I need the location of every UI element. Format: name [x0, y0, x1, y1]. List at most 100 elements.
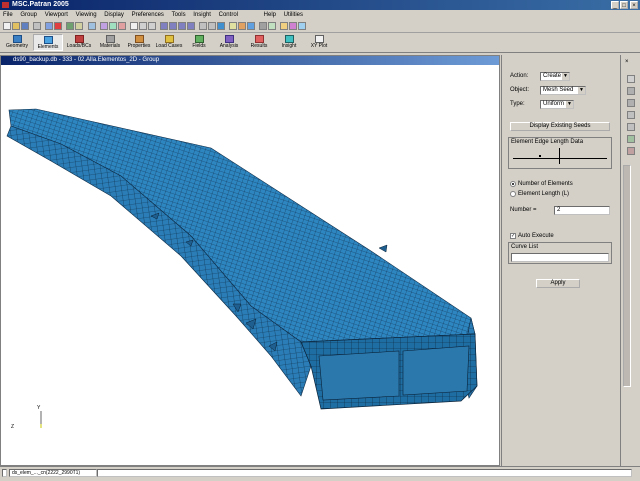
app-analysis-button[interactable]: Analysis: [214, 34, 244, 51]
display-existing-seeds-button[interactable]: Display Existing Seeds: [510, 122, 610, 131]
pick-surface-icon[interactable]: [627, 123, 635, 131]
close-button[interactable]: ×: [630, 1, 638, 9]
box-cell-left: [318, 350, 400, 401]
number-of-elements-radio[interactable]: [510, 181, 516, 187]
patran-app-icon: [2, 2, 9, 8]
app-properties-button[interactable]: Properties: [124, 34, 154, 51]
menu-bar: File Group Viewport Viewing Display Pref…: [0, 10, 640, 20]
action-label: Action:: [510, 73, 529, 79]
curve-list-label: Curve List: [511, 244, 539, 250]
type-select[interactable]: Uniform ▼: [540, 100, 574, 109]
app-load-cases-button[interactable]: Load Cases: [154, 34, 184, 51]
zoom-icon[interactable]: [118, 22, 126, 30]
curve-list-field[interactable]: [511, 253, 609, 262]
materials-icon: [105, 35, 115, 43]
wireframe-icon[interactable]: [199, 22, 207, 30]
status-bar: ds_elem_..._cn(2222_2990T1): [0, 466, 640, 481]
save-icon[interactable]: [21, 22, 29, 30]
app-results-button[interactable]: Results: [244, 34, 274, 51]
pick-node-icon[interactable]: [627, 87, 635, 95]
command-input[interactable]: [97, 469, 632, 477]
color-range-icon[interactable]: [289, 22, 297, 30]
app-materials-button[interactable]: Materials: [95, 34, 125, 51]
menu-utilities[interactable]: Utilities: [281, 10, 306, 20]
zoom-out-icon[interactable]: [148, 22, 156, 30]
action-select[interactable]: Create ▼: [540, 72, 570, 81]
app-xy-plot-button[interactable]: XY Plot: [304, 34, 334, 51]
minimize-button[interactable]: _: [611, 1, 619, 9]
zoom-in-icon[interactable]: [139, 22, 147, 30]
app-geometry-button[interactable]: Geometry: [2, 34, 32, 51]
menu-control[interactable]: Control: [216, 10, 241, 20]
element-length-radio[interactable]: [510, 191, 516, 197]
title-bar: MSC.Patran 2005 _ □ ×: [0, 0, 640, 10]
fit-view-icon[interactable]: [130, 22, 138, 30]
properties-icon: [134, 35, 144, 43]
show-labels-icon[interactable]: [238, 22, 246, 30]
iso-view-icon[interactable]: [187, 22, 195, 30]
pick-solid-icon[interactable]: [627, 135, 635, 143]
app-fields-button[interactable]: Fields: [184, 34, 214, 51]
reset-graphics-icon[interactable]: [88, 22, 96, 30]
number-field[interactable]: 2: [554, 206, 610, 215]
menu-help[interactable]: Help: [261, 10, 279, 20]
panel-scrollbar[interactable]: [623, 165, 631, 387]
menu-file[interactable]: File: [0, 10, 16, 20]
pick-point-icon[interactable]: [627, 147, 635, 155]
top-view-icon[interactable]: [169, 22, 177, 30]
mesh-model[interactable]: Y Z: [1, 66, 499, 464]
object-select[interactable]: Mesh Seed ▼: [540, 86, 586, 95]
repaint-icon[interactable]: [66, 22, 74, 30]
panel-close-icon[interactable]: ×: [625, 59, 637, 67]
menu-group[interactable]: Group: [17, 10, 40, 20]
menu-tools[interactable]: Tools: [169, 10, 189, 20]
elements-icon: [43, 36, 53, 44]
history-line: ds_elem_..._cn(2222_2990T1): [9, 469, 97, 477]
pick-curve-icon[interactable]: [627, 111, 635, 119]
undo-icon[interactable]: [45, 22, 53, 30]
menu-viewport[interactable]: Viewport: [42, 10, 71, 20]
chevron-down-icon: ▼: [578, 87, 585, 94]
plot-erase-icon[interactable]: [259, 22, 267, 30]
right-toolbar: ×: [620, 55, 640, 466]
maximize-button[interactable]: □: [620, 1, 628, 9]
rotate-icon[interactable]: [100, 22, 108, 30]
open-file-icon[interactable]: [12, 22, 20, 30]
menu-insight[interactable]: Insight: [190, 10, 214, 20]
element-length-label: Element Length (L): [518, 191, 570, 197]
spectrum-icon[interactable]: [280, 22, 288, 30]
menu-preferences[interactable]: Preferences: [129, 10, 167, 20]
label-toggle-icon[interactable]: [229, 22, 237, 30]
app-loads-bcs-button[interactable]: Loads/BCs: [64, 34, 94, 51]
menu-viewing[interactable]: Viewing: [73, 10, 100, 20]
view-corners-icon[interactable]: [298, 22, 306, 30]
select-menu-icon[interactable]: [627, 75, 635, 83]
abort-icon[interactable]: [54, 22, 62, 30]
front-view-icon[interactable]: [160, 22, 168, 30]
pick-element-icon[interactable]: [627, 99, 635, 107]
refresh-icon[interactable]: [75, 22, 83, 30]
number-of-elements-label: Number of Elements: [518, 181, 573, 187]
new-file-icon[interactable]: [3, 22, 11, 30]
svg-text:Z: Z: [11, 424, 14, 430]
object-label: Object:: [510, 87, 530, 93]
smooth-shade-icon[interactable]: [217, 22, 225, 30]
node-size-icon[interactable]: [247, 22, 255, 30]
side-view-icon[interactable]: [178, 22, 186, 30]
menu-display[interactable]: Display: [101, 10, 127, 20]
application-form-panel: Action: Create ▼ Object: Mesh Seed ▼ Type:…: [501, 55, 621, 466]
show-all-icon[interactable]: [268, 22, 276, 30]
viewport-title: ds90_backup.db - 333 - 02.Alla.Elementos…: [13, 57, 160, 63]
results-icon: [254, 35, 264, 43]
seed-preview-line: [513, 158, 607, 159]
hidden-line-icon[interactable]: [208, 22, 216, 30]
loads-icon: [74, 35, 84, 43]
app-elements-button[interactable]: Elements: [33, 34, 63, 51]
pan-icon[interactable]: [109, 22, 117, 30]
auto-execute-checkbox[interactable]: ✓: [510, 233, 516, 239]
history-indicator-icon: [2, 469, 7, 477]
geometry-icon: [12, 35, 22, 43]
apply-button[interactable]: Apply: [536, 279, 580, 288]
print-icon[interactable]: [33, 22, 41, 30]
app-insight-button[interactable]: Insight: [274, 34, 304, 51]
